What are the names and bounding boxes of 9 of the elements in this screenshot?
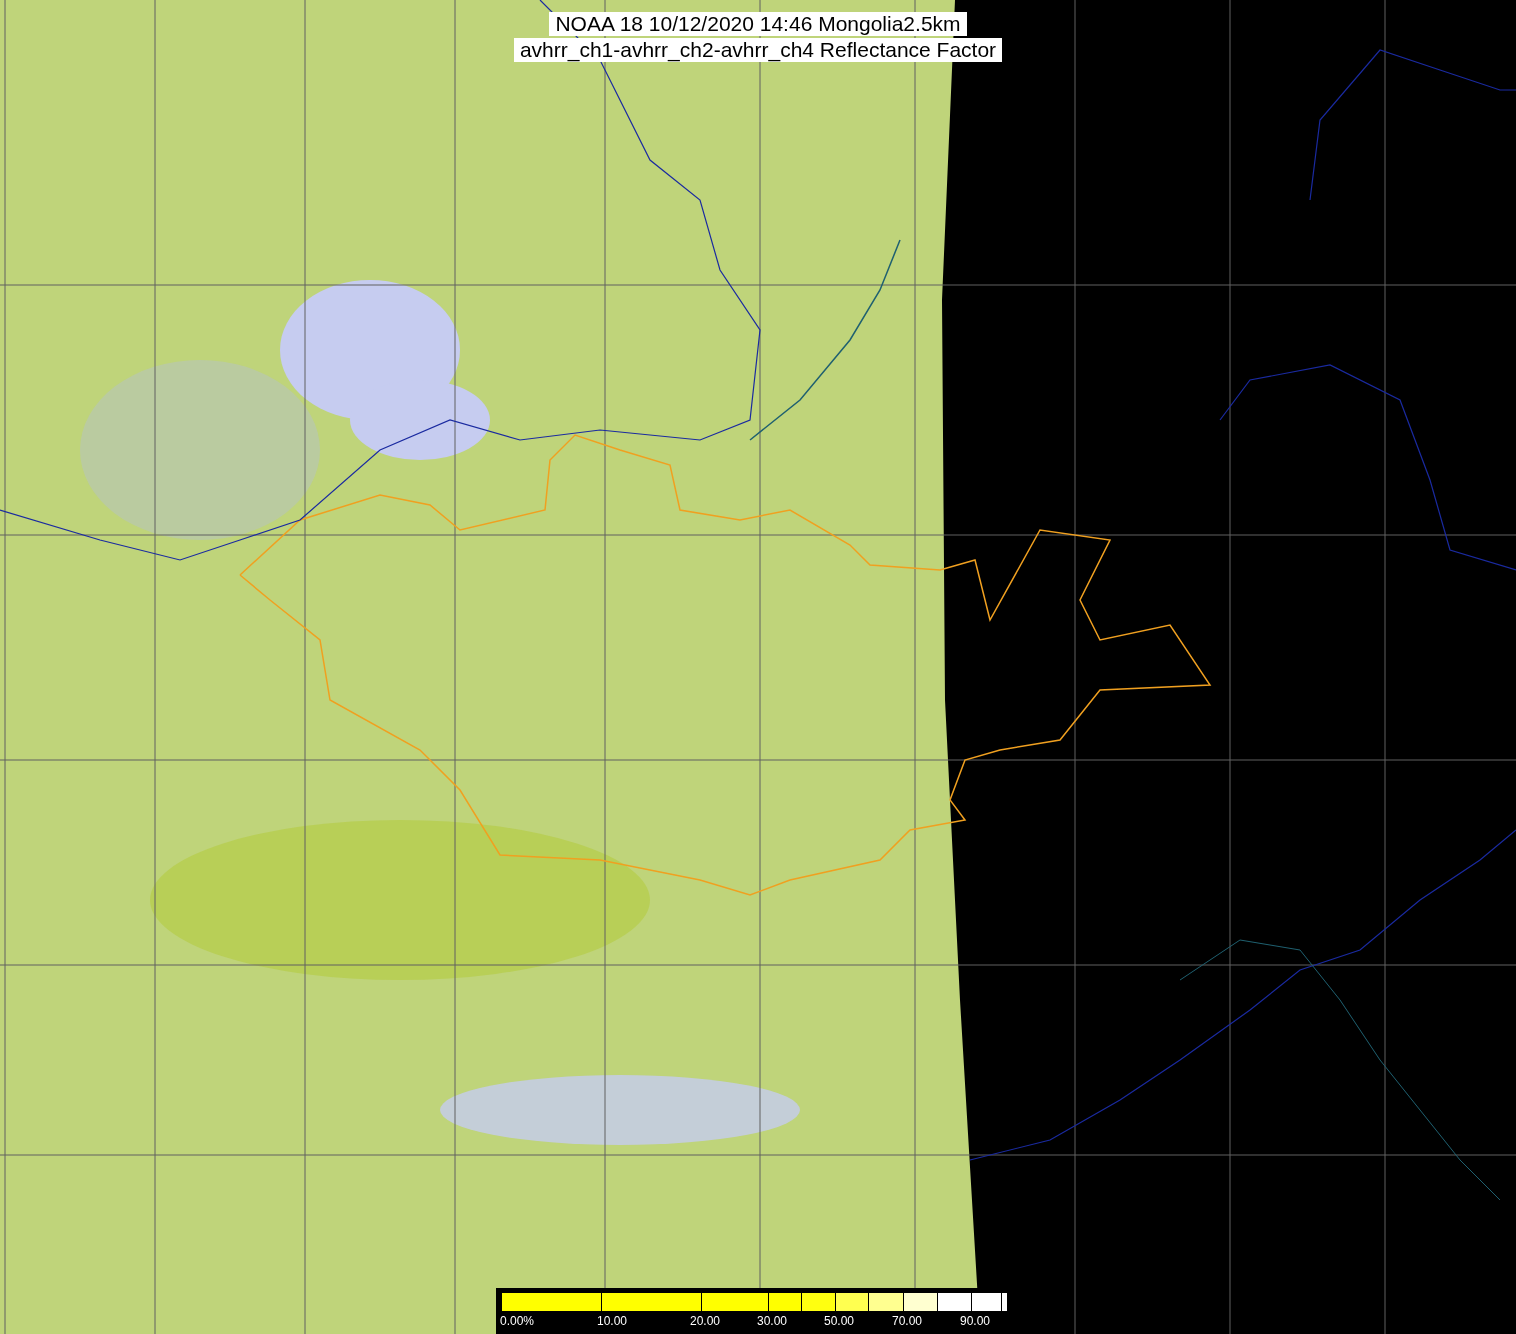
colorbar-tick-label: 20.00 — [690, 1314, 721, 1328]
colorbar-tick-label: 90.00 — [960, 1314, 991, 1328]
map-title: NOAA 18 10/12/2020 14:46 Mongolia2.5km — [549, 12, 967, 36]
map-title: avhrr_ch1-avhrr_ch2-avhrr_ch4 Reflectance Factor — [513, 38, 1003, 62]
colorbar-tick-label: 30.00 — [757, 1314, 788, 1328]
colorbar-tick-label: 70.00 — [892, 1314, 923, 1328]
colorbar-tick-label: 0.00% — [500, 1314, 535, 1328]
colorbar-tick-label: 50.00 — [824, 1314, 855, 1328]
colorbar-tick-label: 10.00 — [597, 1314, 628, 1328]
